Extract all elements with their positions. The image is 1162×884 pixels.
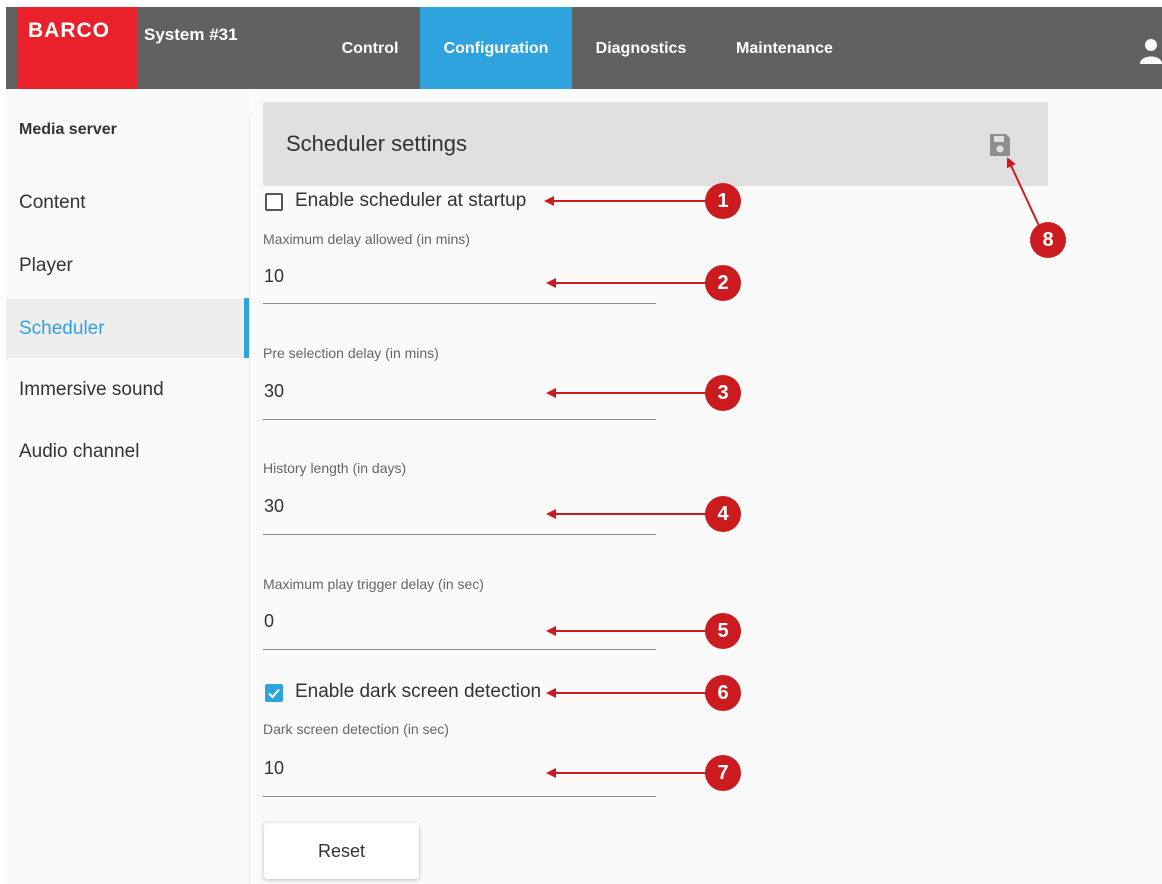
callout-8: 8	[1030, 222, 1066, 258]
callout-2: 2	[705, 265, 741, 301]
callout-1: 1	[705, 183, 741, 219]
callout-6: 6	[705, 675, 741, 711]
callout-arrows	[544, 157, 1041, 778]
callout-3: 3	[705, 375, 741, 411]
callout-7: 7	[705, 755, 741, 791]
callout-4: 4	[705, 496, 741, 532]
callout-5: 5	[705, 613, 741, 649]
